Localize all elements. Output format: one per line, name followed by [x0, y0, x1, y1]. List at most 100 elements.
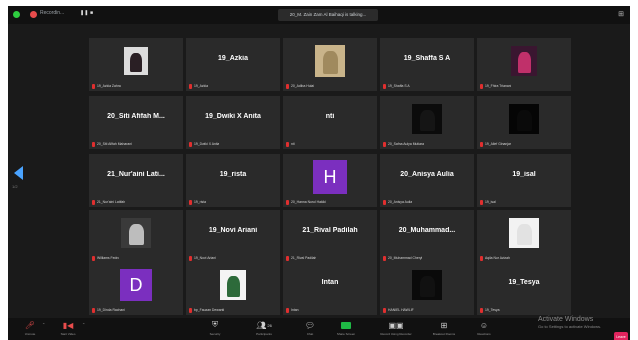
record-button[interactable]: ▣▣ Record Using Recorder: [376, 320, 416, 338]
participant-name-label: 21_Rival Padilah: [286, 255, 316, 261]
pause-recording-icon[interactable]: ❚❚: [80, 10, 88, 16]
watermark-subtitle: Go to Settings to activate Windows.: [538, 324, 602, 329]
shield-icon[interactable]: [13, 11, 20, 18]
participant-display-name: 20_Siti Afifah M...: [107, 113, 165, 120]
muted-mic-icon: [92, 199, 95, 205]
participant-video: [412, 270, 442, 300]
participant-tile[interactable]: 19_Alief Ginanjar: [477, 96, 571, 149]
participant-video: [509, 104, 539, 134]
participant-name-label: 19_rista: [189, 199, 206, 205]
reactions-button[interactable]: ☺ Reactions: [470, 320, 498, 338]
participant-tile[interactable]: 19_rista 19_rista: [186, 154, 280, 207]
participant-display-name: nti: [325, 113, 335, 120]
participant-tile[interactable]: Intan Intan: [283, 262, 377, 315]
participant-video: [412, 104, 442, 134]
chat-button[interactable]: 💬︎ Chat: [296, 320, 324, 338]
participant-name-label: 21_Nur'aini Latifah: [92, 199, 125, 205]
participant-tile[interactable]: 20_Anisya Aulia 20_Anisya Aulia: [380, 154, 474, 207]
start-video-button[interactable]: ▮◀ Start Video: [54, 320, 82, 338]
participant-name-label: 19_Shaffa S A: [383, 83, 410, 89]
muted-mic-icon: [480, 255, 483, 261]
participant-tile[interactable]: HANIEL HAWLIF: [380, 262, 474, 315]
previous-page-arrow-icon[interactable]: [14, 166, 23, 180]
muted-mic-icon: [189, 307, 192, 313]
participant-tile[interactable]: Aqila Nur Azizah: [477, 210, 571, 263]
participant-video: [121, 218, 151, 248]
participant-silhouette: [128, 224, 144, 245]
participant-name-label: 19_isal: [480, 199, 496, 205]
participant-display-name: 19_Shaffa S A: [403, 55, 451, 62]
security-button[interactable]: ⛨ Security: [201, 320, 229, 338]
participant-tile[interactable]: 19_Novi Ariani 19_Novi Ariani: [186, 210, 280, 263]
grid-view-icon[interactable]: ⊞: [618, 10, 624, 18]
muted-mic-icon: [383, 307, 386, 313]
participant-silhouette: [419, 110, 435, 131]
participant-label-text: 21_Nur'aini Latifah: [97, 200, 126, 204]
reactions-icon: ☺: [479, 320, 489, 330]
muted-mic-icon: [480, 307, 483, 313]
breakout-rooms-button[interactable]: ⊞ Breakout Rooms: [426, 320, 462, 338]
participant-tile[interactable]: D 19_Dinda Rachani: [89, 262, 183, 315]
video-options-chevron-icon[interactable]: ⌃: [82, 322, 85, 327]
breakout-rooms-icon: ⊞: [440, 320, 448, 330]
participant-tile[interactable]: 20_Siti Afifah M... 20_Siti Afifah Mahara…: [89, 96, 183, 149]
share-screen-button[interactable]: Share Screen: [332, 320, 360, 338]
participant-tile[interactable]: 19_Tesya 19_Tesya: [477, 262, 571, 315]
participant-name-label: 19_Novi Ariani: [189, 255, 216, 261]
security-shield-icon: ⛨: [212, 320, 218, 329]
page-indicator: 1/2: [12, 184, 18, 189]
muted-mic-icon: [189, 83, 192, 89]
participant-tile[interactable]: 19_isal 19_isal: [477, 154, 571, 207]
participant-name-label: 20_Anisya Aulia: [383, 199, 412, 205]
leave-button[interactable]: Leave: [614, 332, 628, 340]
muted-mic-icon: [286, 199, 289, 205]
participant-label-text: 20_Adiba Hulai: [291, 84, 314, 88]
unmute-button[interactable]: 🎤︎ Unmute: [16, 320, 44, 338]
muted-mic-icon: [286, 255, 289, 261]
participant-tile[interactable]: H 20_Hanna Nurul Hakiki: [283, 154, 377, 207]
muted-mic-icon: [92, 83, 95, 89]
participant-label-text: 20_Muhammad Cheryl: [388, 256, 423, 260]
participant-label-text: 20_Siti Afifah Maharani: [97, 142, 132, 146]
participant-tile[interactable]: 21_Nur'aini Lati... 21_Nur'aini Latifah: [89, 154, 183, 207]
participant-display-name: Intan: [321, 279, 339, 286]
muted-mic-icon: [189, 255, 192, 261]
stop-recording-icon[interactable]: ■: [90, 10, 93, 16]
muted-mic-icon: [383, 83, 386, 89]
participant-silhouette: [516, 110, 532, 131]
participant-tile[interactable]: Williams Fedro: [89, 210, 183, 263]
participants-button[interactable]: 👥︎ 26 Participants: [246, 320, 282, 338]
participant-name-label: 20_Safna Aulya Mutiara: [383, 141, 424, 147]
participant-tile[interactable]: bp_Fauzan Dewanti: [186, 262, 280, 315]
participant-tile[interactable]: 19_Shaffa S A 19_Shaffa S A: [380, 38, 474, 91]
participant-label-text: Intan: [291, 308, 299, 312]
participant-tile[interactable]: nti nti: [283, 96, 377, 149]
participant-label-text: 21_Rival Padilah: [291, 256, 317, 260]
participant-tile[interactable]: 21_Rival Padilah 21_Rival Padilah: [283, 210, 377, 263]
muted-mic-icon: [189, 141, 192, 147]
microphone-muted-icon: 🎤︎: [24, 320, 36, 330]
participant-tile[interactable]: 20_Safna Aulya Mutiara: [380, 96, 474, 149]
muted-mic-icon: [92, 141, 95, 147]
participant-label-text: 19_Azkia Zahra: [97, 84, 121, 88]
recording-label[interactable]: Recordin...: [40, 10, 64, 16]
muted-mic-icon: [480, 199, 483, 205]
participant-name-label: Intan: [286, 307, 299, 313]
participant-tile[interactable]: 20_Muhammad... 20_Muhammad Cheryl: [380, 210, 474, 263]
muted-mic-icon: [92, 307, 95, 313]
participant-label-text: 20_Hanna Nurul Hakiki: [291, 200, 326, 204]
participant-label-text: 19_Dinda Rachani: [97, 308, 125, 312]
audio-options-chevron-icon[interactable]: ⌃: [42, 322, 45, 327]
participant-display-name: 19_isal: [512, 171, 536, 178]
participant-tile[interactable]: 19_Dwiki X Anita 19_Dwiki X Anita: [186, 96, 280, 149]
participant-tile[interactable]: 19_Azkia Zahra: [89, 38, 183, 91]
participant-tile[interactable]: 19_Azkia 19_Azkia: [186, 38, 280, 91]
participant-video: [509, 218, 539, 248]
muted-mic-icon: [383, 255, 386, 261]
participant-video: [511, 46, 537, 76]
participant-tile[interactable]: 20_Adiba Hulai: [283, 38, 377, 91]
participant-label-text: nti: [291, 142, 295, 146]
participant-tile[interactable]: 19_Fhira Trianani: [477, 38, 571, 91]
participant-name-label: 19_Fhira Trianani: [480, 83, 511, 89]
participant-name-label: bp_Fauzan Dewanti: [189, 307, 224, 313]
